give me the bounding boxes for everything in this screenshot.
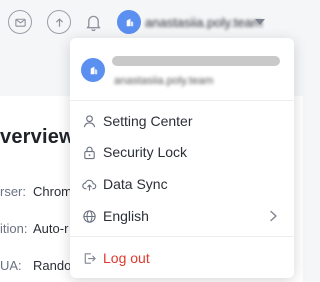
upload-icon[interactable] (47, 10, 71, 34)
menu-item-security-lock[interactable]: Security Lock (70, 138, 294, 166)
avatar[interactable] (117, 10, 141, 34)
globe-icon (81, 208, 97, 224)
logout-button[interactable]: Log out (70, 244, 294, 272)
redacted-name (112, 56, 280, 66)
user-dropdown-menu: anastasiia.poly.team Setting Center Secu… (70, 38, 294, 278)
menu-item-label: Data Sync (103, 176, 168, 192)
page-title: verview (0, 126, 75, 148)
user-email: anastasiia.poly.team (114, 75, 214, 87)
user-info: anastasiia.poly.team (70, 38, 294, 100)
menu-item-setting-center[interactable]: Setting Center (70, 107, 294, 135)
mail-icon[interactable] (8, 10, 32, 34)
field-value: Auto-r (33, 221, 69, 236)
divider (70, 100, 294, 101)
field-value: Chrom (33, 184, 73, 199)
chevron-down-icon[interactable] (255, 19, 265, 25)
field-value: Rando (33, 258, 72, 273)
avatar (81, 58, 105, 82)
field-label: ition: (0, 221, 28, 236)
divider (70, 236, 294, 237)
username[interactable]: anastasiia.poly.team (145, 15, 263, 30)
chevron-right-icon (270, 210, 277, 222)
menu-item-label: Security Lock (103, 144, 188, 160)
menu-item-label: Setting Center (103, 113, 193, 129)
menu-item-data-sync[interactable]: Data Sync (70, 170, 294, 198)
field-label: rser: (0, 184, 26, 199)
bell-icon[interactable] (82, 10, 104, 34)
user-icon (81, 113, 97, 129)
menu-item-label: English (103, 208, 149, 224)
logout-icon (81, 250, 97, 266)
cloud-sync-icon (81, 176, 97, 192)
field-label: UA: (0, 258, 22, 273)
menu-item-language[interactable]: English (70, 202, 294, 230)
logout-label: Log out (103, 250, 150, 266)
lock-icon (81, 144, 97, 160)
